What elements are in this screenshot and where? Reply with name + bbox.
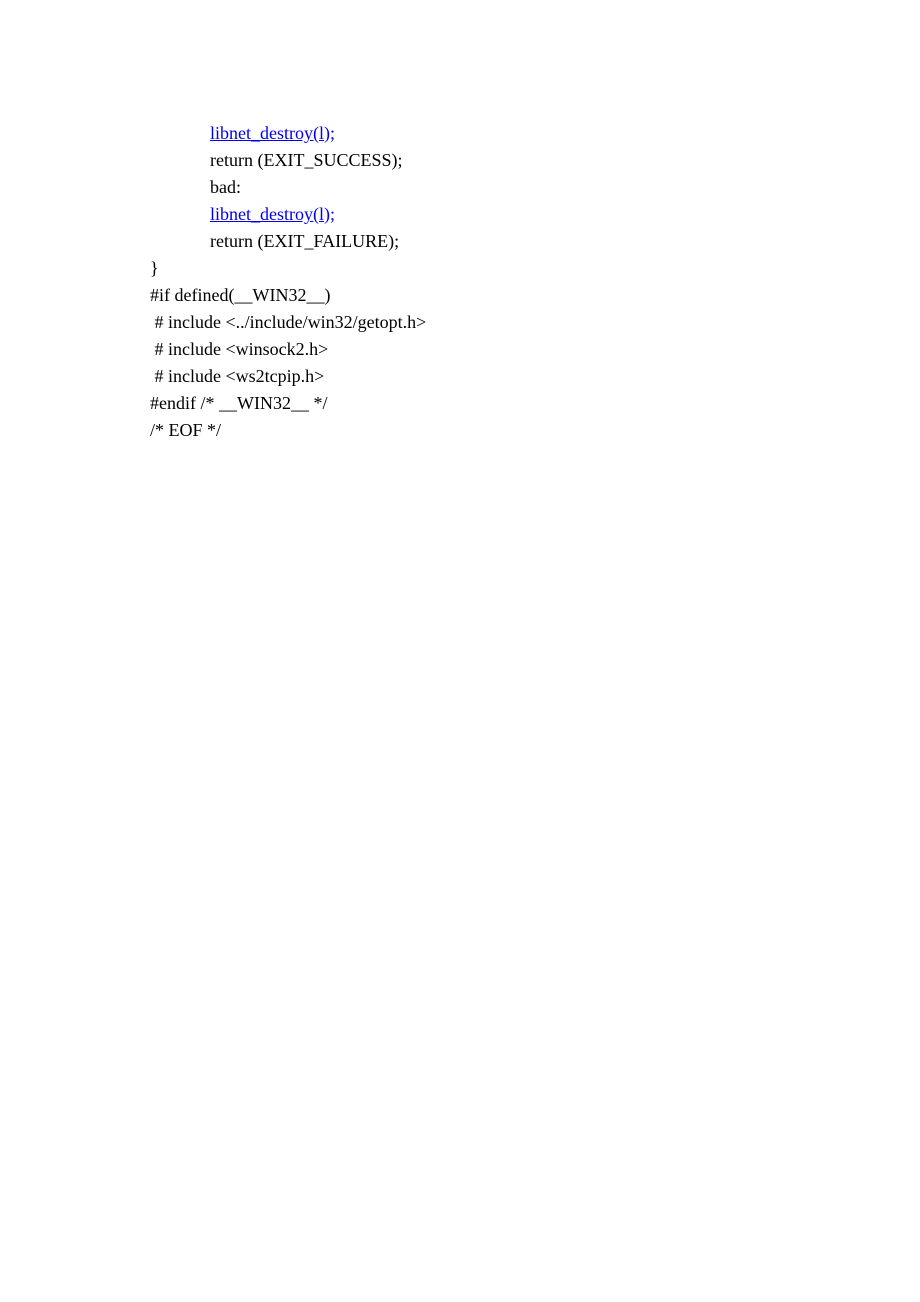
- code-line-6: #if defined(__WIN32__): [150, 282, 920, 309]
- code-line-5: }: [150, 255, 920, 282]
- code-text: # include <../include/win32/getopt.h>: [150, 312, 426, 332]
- code-text: return (EXIT_FAILURE);: [210, 231, 399, 251]
- code-text: /* EOF */: [150, 420, 221, 440]
- code-line-11: /* EOF */: [150, 417, 920, 444]
- code-text: #endif /* __WIN32__ */: [150, 393, 327, 413]
- code-line-9: # include <ws2tcpip.h>: [150, 363, 920, 390]
- code-text: return (EXIT_SUCCESS);: [210, 150, 403, 170]
- code-line-10: #endif /* __WIN32__ */: [150, 390, 920, 417]
- code-text: # include <winsock2.h>: [150, 339, 328, 359]
- code-line-4: return (EXIT_FAILURE);: [150, 228, 920, 255]
- code-text: #if defined(__WIN32__): [150, 285, 330, 305]
- code-link[interactable]: libnet_destroy(l);: [210, 204, 335, 224]
- code-line-2: bad:: [150, 174, 920, 201]
- code-text: # include <ws2tcpip.h>: [150, 366, 324, 386]
- code-line-8: # include <winsock2.h>: [150, 336, 920, 363]
- code-line-7: # include <../include/win32/getopt.h>: [150, 309, 920, 336]
- code-text: bad:: [210, 177, 241, 197]
- code-link[interactable]: libnet_destroy(l);: [210, 123, 335, 143]
- code-text: }: [150, 258, 159, 278]
- code-block: libnet_destroy(l);return (EXIT_SUCCESS);…: [150, 120, 920, 444]
- code-line-1: return (EXIT_SUCCESS);: [150, 147, 920, 174]
- code-line-3: libnet_destroy(l);: [150, 201, 920, 228]
- code-line-0: libnet_destroy(l);: [150, 120, 920, 147]
